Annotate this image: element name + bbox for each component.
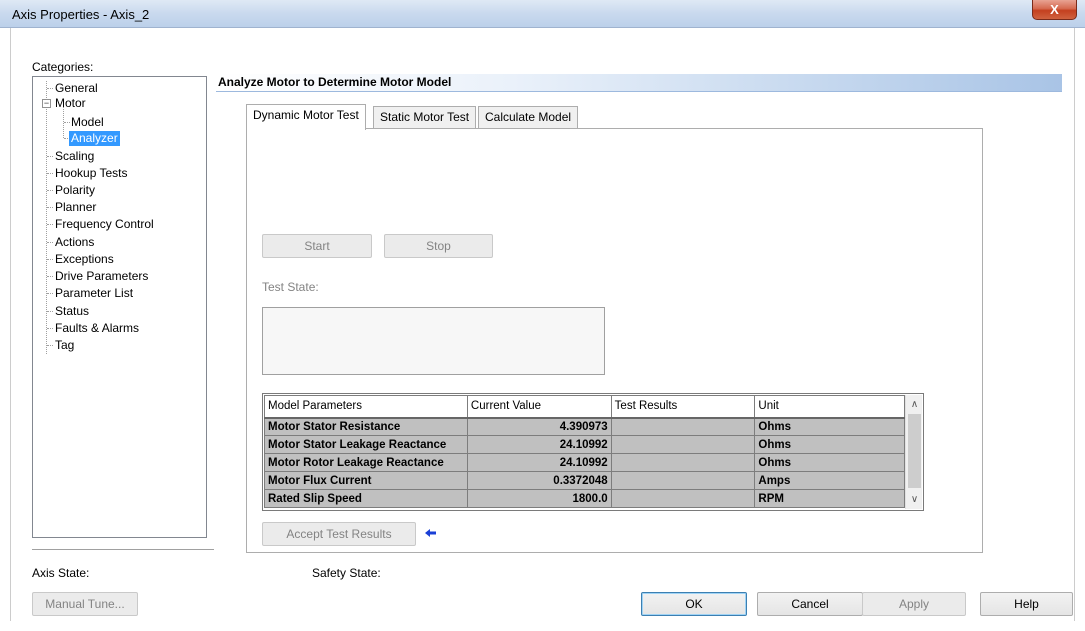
tree-item-parameter-list[interactable]: Parameter List — [55, 286, 133, 301]
param-name: Rated Slip Speed — [264, 489, 468, 508]
start-button[interactable]: Start — [262, 234, 372, 258]
title-bar: Axis Properties - Axis_2 X — [0, 0, 1085, 28]
ok-button[interactable]: OK — [641, 592, 747, 616]
tree-branch — [47, 207, 53, 208]
tab-dynamic-motor-test[interactable]: Dynamic Motor Test — [246, 104, 366, 130]
table-header-row: Model Parameters Current Value Test Resu… — [264, 395, 905, 419]
apply-button[interactable]: Apply — [862, 592, 966, 616]
column-header-unit[interactable]: Unit — [754, 395, 905, 419]
unit: RPM — [754, 489, 905, 508]
test-result — [610, 471, 756, 490]
param-name: Motor Rotor Leakage Reactance — [264, 453, 468, 472]
tree-item-motor[interactable]: Motor — [55, 96, 86, 111]
tree-item-planner[interactable]: Planner — [55, 200, 96, 215]
categories-label: Categories: — [32, 60, 94, 74]
arrow-left-icon — [425, 527, 437, 541]
tree-item-frequency-control[interactable]: Frequency Control — [55, 217, 154, 232]
parameters-table: Model Parameters Current Value Test Resu… — [264, 395, 905, 508]
column-header-model-parameters[interactable]: Model Parameters — [264, 395, 468, 419]
param-name: Motor Flux Current — [264, 471, 468, 490]
current-value: 0.3372048 — [466, 471, 612, 490]
current-value: 1800.0 — [466, 489, 612, 508]
tree-item-status[interactable]: Status — [55, 304, 89, 319]
help-button[interactable]: Help — [980, 592, 1073, 616]
column-header-test-results[interactable]: Test Results — [610, 395, 756, 419]
tree-branch — [47, 190, 53, 191]
tree-branch — [47, 242, 53, 243]
scroll-up-icon[interactable]: ∧ — [906, 396, 923, 413]
table-row[interactable]: Motor Flux Current 0.3372048 Amps — [264, 471, 905, 490]
tree-connector — [46, 81, 47, 354]
table-row[interactable]: Rated Slip Speed 1800.0 RPM — [264, 489, 905, 508]
tab-calculate-model[interactable]: Calculate Model — [478, 106, 579, 128]
unit: Amps — [754, 471, 905, 490]
tab-static-motor-test[interactable]: Static Motor Test — [373, 106, 477, 128]
tree-item-analyzer[interactable]: Analyzer — [69, 131, 120, 146]
unit: Ohms — [754, 435, 905, 454]
test-result — [610, 453, 756, 472]
tree-branch — [47, 293, 53, 294]
scroll-down-icon[interactable]: ∨ — [906, 491, 923, 508]
test-state-label: Test State: — [262, 280, 319, 294]
test-result — [610, 435, 756, 454]
current-value: 4.390973 — [466, 417, 612, 436]
manual-tune-button[interactable]: Manual Tune... — [32, 592, 138, 616]
unit: Ohms — [754, 453, 905, 472]
tree-item-model[interactable]: Model — [71, 115, 104, 130]
test-result — [610, 417, 756, 436]
arrow-left-glyph — [425, 529, 436, 537]
tree-item-hookup-tests[interactable]: Hookup Tests — [55, 166, 128, 181]
tree-branch — [47, 345, 53, 346]
tree-branch — [47, 276, 53, 277]
stop-button[interactable]: Stop — [384, 234, 493, 258]
cancel-button[interactable]: Cancel — [757, 592, 863, 616]
tree-branch — [47, 259, 53, 260]
close-button[interactable]: X — [1032, 0, 1077, 20]
tree-branch — [47, 328, 53, 329]
tree-item-tag[interactable]: Tag — [55, 338, 74, 353]
vertical-scrollbar[interactable]: ∧ ∨ — [905, 395, 922, 509]
tree-item-faults-alarms[interactable]: Faults & Alarms — [55, 321, 139, 336]
window-title: Axis Properties - Axis_2 — [12, 7, 150, 22]
close-icon: X — [1050, 2, 1059, 17]
tree-branch — [47, 156, 53, 157]
axis-state-label: Axis State: — [32, 566, 90, 580]
tree-item-actions[interactable]: Actions — [55, 235, 94, 250]
tree-item-drive-parameters[interactable]: Drive Parameters — [55, 269, 148, 284]
safety-state-label: Safety State: — [312, 566, 381, 580]
accept-test-results-button[interactable]: Accept Test Results — [262, 522, 416, 546]
current-value: 24.10992 — [466, 435, 612, 454]
unit: Ohms — [754, 417, 905, 436]
tree-branch — [47, 311, 53, 312]
separator — [32, 549, 214, 550]
param-name: Motor Stator Leakage Reactance — [264, 435, 468, 454]
tree-item-polarity[interactable]: Polarity — [55, 183, 95, 198]
tree-item-exceptions[interactable]: Exceptions — [55, 252, 114, 267]
current-value: 24.10992 — [466, 453, 612, 472]
tree-branch — [47, 224, 53, 225]
section-title: Analyze Motor to Determine Motor Model — [216, 74, 1062, 92]
tree-branch — [47, 88, 53, 89]
collapse-icon[interactable]: − — [42, 99, 51, 108]
model-parameters-grid[interactable]: Model Parameters Current Value Test Resu… — [262, 393, 924, 511]
scroll-thumb[interactable] — [908, 414, 921, 488]
param-name: Motor Stator Resistance — [264, 417, 468, 436]
table-row[interactable]: Motor Rotor Leakage Reactance 24.10992 O… — [264, 453, 905, 472]
column-header-current-value[interactable]: Current Value — [466, 395, 612, 419]
table-row[interactable]: Motor Stator Leakage Reactance 24.10992 … — [264, 435, 905, 454]
tree-branch — [47, 173, 53, 174]
categories-tree[interactable]: General − Motor Model Analyzer Scaling H… — [32, 76, 207, 538]
tree-item-scaling[interactable]: Scaling — [55, 149, 94, 164]
tree-item-general[interactable]: General — [55, 81, 98, 96]
test-result — [610, 489, 756, 508]
table-row[interactable]: Motor Stator Resistance 4.390973 Ohms — [264, 417, 905, 436]
tree-branch — [64, 122, 70, 123]
test-state-display — [262, 307, 605, 375]
